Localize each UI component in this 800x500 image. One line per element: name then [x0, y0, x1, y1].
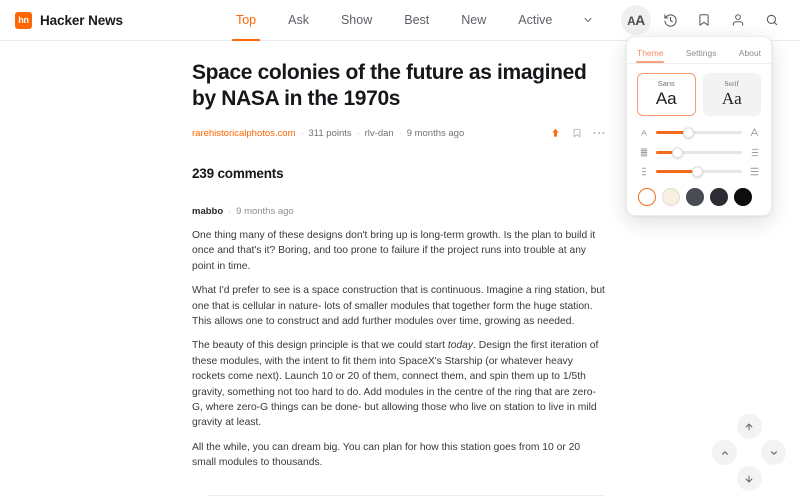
wide-width-icon: [749, 167, 760, 176]
popover-divider: [627, 63, 771, 64]
large-letter-icon: [749, 127, 760, 138]
small-letter-icon: [638, 129, 649, 137]
comment-item: hinkley · 9 months ago Connecting pressu…: [207, 494, 605, 500]
theme-swatch-sepia[interactable]: [662, 188, 680, 206]
theme-swatch-light[interactable]: [638, 188, 656, 206]
popover-tab-about[interactable]: About: [738, 46, 762, 63]
nav-tab-active[interactable]: Active: [502, 0, 568, 41]
bookmark-icon[interactable]: [572, 127, 582, 139]
comment-paragraph: What I'd prefer to see is a space constr…: [192, 285, 605, 328]
theme-settings-popover: Theme Settings About Sans Aa Serif Aa: [626, 36, 772, 216]
theme-swatch-gray[interactable]: [686, 188, 704, 206]
story-points: 311 points: [308, 127, 352, 139]
font-option-serif-label: Serif: [724, 79, 740, 88]
font-size-slider-row: [638, 126, 760, 139]
more-options-icon[interactable]: [593, 131, 605, 135]
font-option-serif-sample: Aa: [721, 89, 742, 108]
brand-name: Hacker News: [40, 12, 123, 28]
nav-tab-show[interactable]: Show: [325, 0, 388, 41]
scroll-to-bottom-button[interactable]: [736, 466, 762, 491]
floating-nav: [712, 414, 786, 492]
font-option-serif[interactable]: Serif Aa: [702, 73, 761, 116]
comment-paragraph: One thing many of these designs don't br…: [192, 230, 596, 272]
story-meta: rarehistoricalphotos.com · 311 points · …: [192, 127, 605, 139]
font-size-icon[interactable]: AA: [621, 5, 651, 35]
popover-tab-settings[interactable]: Settings: [685, 46, 718, 63]
story-actions: [550, 127, 605, 139]
comment-item: mabbo · 9 months ago One thing many of t…: [192, 206, 605, 471]
previous-comment-button[interactable]: [712, 440, 737, 465]
popover-tab-theme[interactable]: Theme: [636, 46, 665, 63]
font-option-sans[interactable]: Sans Aa: [637, 73, 696, 116]
brand[interactable]: hn Hacker News: [0, 11, 123, 29]
content-width-slider[interactable]: [656, 165, 742, 178]
narrow-width-icon: [638, 167, 649, 176]
nav-tab-new[interactable]: New: [445, 0, 502, 41]
story-source-link[interactable]: rarehistoricalphotos.com: [192, 128, 296, 139]
story-column: Space colonies of the future as imagined…: [192, 60, 605, 500]
content-width-slider-row: [638, 165, 760, 178]
hacker-news-logo-icon: hn: [15, 11, 32, 29]
app-header: hn Hacker News Top Ask Show Best New Act…: [0, 0, 800, 41]
theme-swatch-black[interactable]: [734, 188, 752, 206]
nav-tab-ask[interactable]: Ask: [272, 0, 325, 41]
comment-body: One thing many of these designs don't br…: [192, 228, 605, 471]
line-height-slider-row: [638, 146, 760, 159]
profile-icon[interactable]: [723, 5, 753, 35]
font-option-sans-sample: Aa: [655, 89, 677, 108]
theme-color-swatches: [627, 176, 771, 206]
story-author[interactable]: rlv-dan: [365, 128, 394, 139]
header-actions: AA: [621, 5, 800, 35]
loose-lines-icon: [749, 148, 760, 157]
app-root: hn Hacker News Top Ask Show Best New Act…: [0, 0, 800, 500]
meta-separator: ·: [398, 128, 402, 138]
nav-tab-best[interactable]: Best: [388, 0, 445, 41]
scroll-to-top-button[interactable]: [736, 414, 762, 439]
comment-paragraph: All the while, you can dream big. You ca…: [192, 441, 581, 469]
comment-header: mabbo · 9 months ago: [192, 206, 605, 217]
theme-swatch-dark[interactable]: [710, 188, 728, 206]
comments-count: 239 comments: [192, 166, 284, 181]
font-option-sans-label: Sans: [657, 79, 675, 88]
meta-separator: ·: [228, 206, 232, 217]
line-height-slider[interactable]: [656, 146, 742, 159]
meta-separator: ·: [300, 128, 304, 138]
nav-more-chevron-down-icon[interactable]: [568, 0, 608, 41]
font-family-chooser: Sans Aa Serif Aa: [627, 73, 771, 116]
meta-separator: ·: [356, 128, 360, 138]
dense-lines-icon: [638, 148, 649, 157]
comment-paragraph: The beauty of this design principle is t…: [192, 340, 599, 429]
popover-tabs: Theme Settings About: [627, 37, 771, 63]
appearance-sliders: [627, 116, 771, 178]
history-icon[interactable]: [655, 5, 685, 35]
main-nav: Top Ask Show Best New Active: [220, 0, 608, 41]
story-time: 9 months ago: [406, 127, 465, 139]
bookmark-icon[interactable]: [689, 5, 719, 35]
comment-author[interactable]: mabbo: [192, 206, 223, 217]
upvote-arrow-icon[interactable]: [550, 127, 561, 139]
font-size-slider[interactable]: [656, 126, 742, 139]
nav-tab-top[interactable]: Top: [220, 0, 272, 41]
next-comment-button[interactable]: [761, 440, 786, 465]
comment-time: 9 months ago: [236, 206, 294, 217]
page-title: Space colonies of the future as imagined…: [192, 61, 587, 110]
search-icon[interactable]: [757, 5, 787, 35]
